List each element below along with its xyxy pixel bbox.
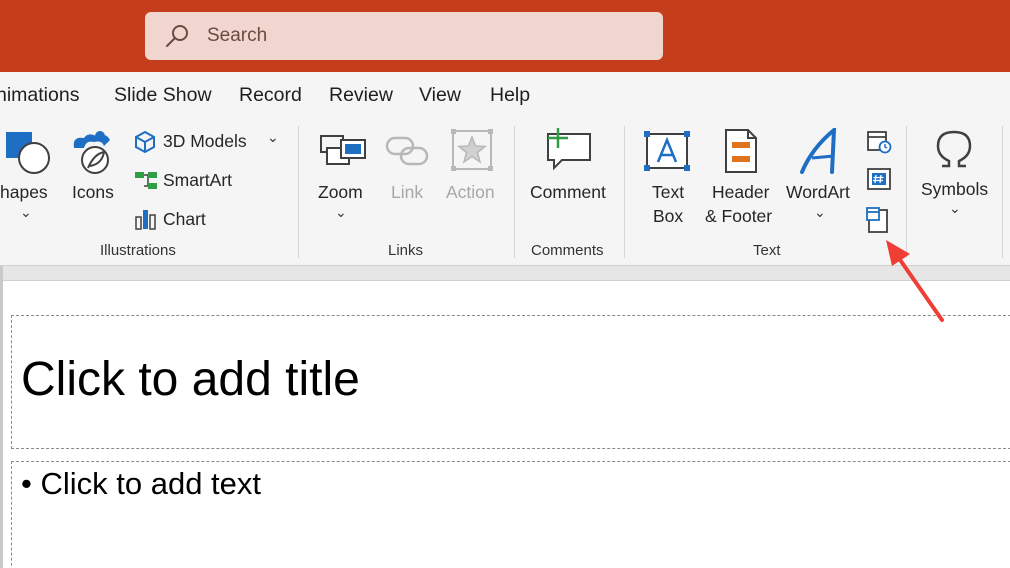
links-group-label: Links [388,242,424,259]
group-divider [1002,126,1003,258]
slide-canvas: Click to add title • Click to add text [3,280,1010,568]
title-bar: Search [0,0,1010,72]
wordart-chevron-down-icon[interactable]: ⌄ [814,204,826,221]
icons-label[interactable]: Icons [72,180,114,204]
object-icon[interactable] [866,206,892,234]
chart-icon [135,210,156,230]
action-label[interactable]: Action [446,180,495,204]
slide-number-icon[interactable] [866,167,892,191]
symbols-label[interactable]: Symbols [921,177,988,201]
shapes-chevron-down-icon[interactable]: ⌄ [20,204,32,221]
3d-models-label[interactable]: 3D Models [163,131,247,152]
body-placeholder[interactable]: • Click to add text [11,461,1010,568]
header-footer-label-2[interactable]: & Footer [705,204,772,228]
tab-review[interactable]: Review [329,84,393,107]
tab-view[interactable]: View [419,84,461,107]
annotation-arrow-icon [886,240,944,322]
action-star-icon [451,129,493,171]
text-box-label-2[interactable]: Box [653,204,683,228]
shapes-label[interactable]: hapes [0,180,48,204]
zoom-chevron-down-icon[interactable]: ⌄ [335,204,347,221]
shapes-icon [6,132,50,174]
search-icon [166,25,188,47]
search-box[interactable]: Search [145,12,663,60]
text-box-label-1[interactable]: Text [652,180,684,204]
chart-label[interactable]: Chart [163,209,206,230]
text-group-label: Text [753,242,781,259]
group-divider [624,126,625,258]
slide-edge-shadow [0,266,3,568]
search-label: Search [207,25,268,46]
header-footer-label-1[interactable]: Header [712,180,769,204]
comment-label[interactable]: Comment [530,180,606,204]
tab-slide-show[interactable]: Slide Show [114,84,212,107]
title-placeholder-text: Click to add title [21,353,360,406]
smartart-label[interactable]: SmartArt [163,170,232,191]
3d-models-chevron-down-icon[interactable]: ⌄ [267,129,279,146]
bullet-glyph: • [21,466,32,501]
zoom-label[interactable]: Zoom [318,180,363,204]
body-placeholder-label: Click to add text [40,466,262,501]
tab-record[interactable]: Record [239,84,302,107]
3d-models-icon [135,130,155,154]
tab-animations[interactable]: nimations [0,84,79,107]
link-label[interactable]: Link [391,180,423,204]
link-icon [385,136,429,166]
zoom-icon [320,135,366,165]
group-divider [298,126,299,258]
symbols-chevron-down-icon[interactable]: ⌄ [949,200,961,217]
body-placeholder-text: • Click to add text [21,466,261,502]
comments-group-label: Comments [531,242,604,259]
tab-help[interactable]: Help [490,84,530,107]
date-time-icon[interactable] [866,129,892,155]
comment-icon [547,128,591,171]
icons-icon [73,131,110,174]
omega-symbol-icon [936,130,972,168]
header-footer-icon [725,129,757,173]
text-box-icon [644,131,690,171]
smartart-icon [135,172,157,189]
illustrations-group-label: Illustrations [100,242,176,259]
group-divider [514,126,515,258]
wordart-label[interactable]: WordArt [786,180,850,204]
title-placeholder[interactable]: Click to add title [11,315,1010,449]
wordart-icon [800,128,837,174]
